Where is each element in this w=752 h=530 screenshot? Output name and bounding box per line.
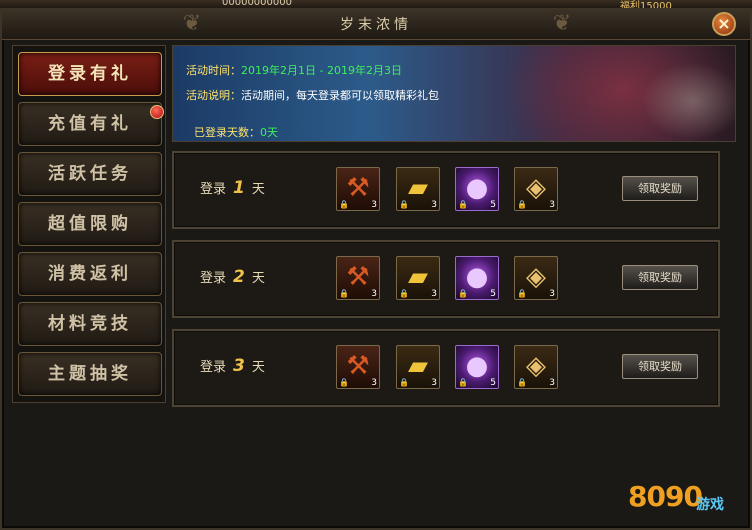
reward-day-label: 登录 3 天 <box>200 356 265 376</box>
window-titlebar: ❦ 岁末浓情 ❦ × <box>2 10 750 40</box>
reward-item-axe[interactable]: ⚒ 🔒 3 <box>336 345 380 389</box>
bound-lock-icon: 🔒 <box>339 289 349 298</box>
claim-reward-button[interactable]: 领取奖励 <box>622 265 698 290</box>
reward-row-day-1: 登录 1 天 ⚒ 🔒 3 ▰ 🔒 3 ● 🔒 5 ◈ 🔒 3 领取奖励 <box>172 151 720 229</box>
claim-reward-button[interactable]: 领取奖励 <box>622 176 698 201</box>
reward-item-axe[interactable]: ⚒ 🔒 3 <box>336 167 380 211</box>
login-days-row: 已登录天数：0天 <box>194 124 278 140</box>
reward-item-purple-orb[interactable]: ● 🔒 5 <box>455 345 499 389</box>
menu-item-theme-lottery[interactable]: 主题抽奖 <box>18 352 162 396</box>
event-desc-row: 活动说明：活动期间，每天登录都可以领取精彩礼包 <box>186 87 439 103</box>
item-count: 5 <box>490 289 496 299</box>
claim-reward-button[interactable]: 领取奖励 <box>622 354 698 379</box>
item-count: 3 <box>371 378 377 388</box>
reward-item-purple-orb[interactable]: ● 🔒 5 <box>455 256 499 300</box>
login-days-value: 0天 <box>260 126 278 139</box>
reward-item-talisman[interactable]: ◈ 🔒 3 <box>514 167 558 211</box>
bound-lock-icon: 🔒 <box>339 200 349 209</box>
bound-lock-icon: 🔒 <box>458 200 468 209</box>
item-count: 3 <box>549 289 555 299</box>
menu-item-spending-rebate[interactable]: 消费返利 <box>18 252 162 296</box>
reward-row-day-2: 登录 2 天 ⚒ 🔒 3 ▰ 🔒 3 ● 🔒 5 ◈ 🔒 3 领取奖励 <box>172 240 720 318</box>
event-banner: 活动时间：2019年2月1日 - 2019年2月3日 活动说明：活动期间，每天登… <box>172 45 736 142</box>
bound-lock-icon: 🔒 <box>517 200 527 209</box>
bound-lock-icon: 🔒 <box>339 378 349 387</box>
day-suffix: 天 <box>251 360 265 375</box>
bound-lock-icon: 🔒 <box>458 289 468 298</box>
reward-item-gold-bar[interactable]: ▰ 🔒 3 <box>396 256 440 300</box>
login-days-label: 已登录天数： <box>194 126 260 139</box>
day-number: 3 <box>233 356 245 376</box>
reward-item-talisman[interactable]: ◈ 🔒 3 <box>514 345 558 389</box>
menu-item-limited-sale[interactable]: 超值限购 <box>18 202 162 246</box>
window-title: 岁末浓情 <box>340 17 412 33</box>
menu-item-recharge-gift[interactable]: 充值有礼 <box>18 102 162 146</box>
bound-lock-icon: 🔒 <box>517 378 527 387</box>
day-suffix: 天 <box>251 271 265 286</box>
menu-item-login-gift[interactable]: 登录有礼 <box>18 52 162 96</box>
reward-row-day-3: 登录 3 天 ⚒ 🔒 3 ▰ 🔒 3 ● 🔒 5 ◈ 🔒 3 领取奖励 <box>172 329 720 407</box>
reward-item-gold-bar[interactable]: ▰ 🔒 3 <box>396 345 440 389</box>
menu-item-material-contest[interactable]: 材料竞技 <box>18 302 162 346</box>
item-count: 3 <box>431 289 437 299</box>
item-count: 3 <box>371 289 377 299</box>
reward-day-label: 登录 1 天 <box>200 178 265 198</box>
bound-lock-icon: 🔒 <box>458 378 468 387</box>
event-time-label: 活动时间： <box>186 64 241 77</box>
day-prefix: 登录 <box>200 271 227 286</box>
item-count: 5 <box>490 200 496 210</box>
event-menu: 登录有礼 充值有礼 活跃任务 超值限购 消费返利 材料竞技 主题抽奖 <box>12 45 166 403</box>
event-time-value: 2019年2月1日 - 2019年2月3日 <box>241 64 402 77</box>
event-window: ❦ 岁末浓情 ❦ × 登录有礼 充值有礼 活跃任务 超值限购 消费返利 材料竞技… <box>0 8 752 530</box>
event-desc-value: 活动期间，每天登录都可以领取精彩礼包 <box>241 89 439 102</box>
close-button[interactable]: × <box>712 12 736 36</box>
reward-item-purple-orb[interactable]: ● 🔒 5 <box>455 167 499 211</box>
watermark-brand: 8090 <box>628 480 703 513</box>
reward-item-axe[interactable]: ⚒ 🔒 3 <box>336 256 380 300</box>
day-prefix: 登录 <box>200 182 227 197</box>
item-count: 3 <box>549 200 555 210</box>
bound-lock-icon: 🔒 <box>399 378 409 387</box>
day-number: 1 <box>233 178 245 198</box>
day-number: 2 <box>233 267 245 287</box>
top-strip-left-text: 00000000000 <box>222 0 292 8</box>
day-prefix: 登录 <box>200 360 227 375</box>
day-suffix: 天 <box>251 182 265 197</box>
site-watermark-logo: 8090 游戏 <box>628 480 748 526</box>
reward-day-label: 登录 2 天 <box>200 267 265 287</box>
event-desc-label: 活动说明： <box>186 89 241 102</box>
item-count: 3 <box>371 200 377 210</box>
menu-item-active-tasks[interactable]: 活跃任务 <box>18 152 162 196</box>
bound-lock-icon: 🔒 <box>399 289 409 298</box>
reward-item-talisman[interactable]: ◈ 🔒 3 <box>514 256 558 300</box>
reward-item-gold-bar[interactable]: ▰ 🔒 3 <box>396 167 440 211</box>
watermark-suffix: 游戏 <box>696 497 724 513</box>
item-count: 3 <box>431 378 437 388</box>
event-time-row: 活动时间：2019年2月1日 - 2019年2月3日 <box>186 62 402 78</box>
title-ornament-right-icon: ❦ <box>552 11 572 36</box>
notification-dot-icon <box>150 105 164 119</box>
item-count: 3 <box>549 378 555 388</box>
item-count: 3 <box>431 200 437 210</box>
bound-lock-icon: 🔒 <box>399 200 409 209</box>
item-count: 5 <box>490 378 496 388</box>
bound-lock-icon: 🔒 <box>517 289 527 298</box>
banner-art-highlight <box>633 56 735 141</box>
